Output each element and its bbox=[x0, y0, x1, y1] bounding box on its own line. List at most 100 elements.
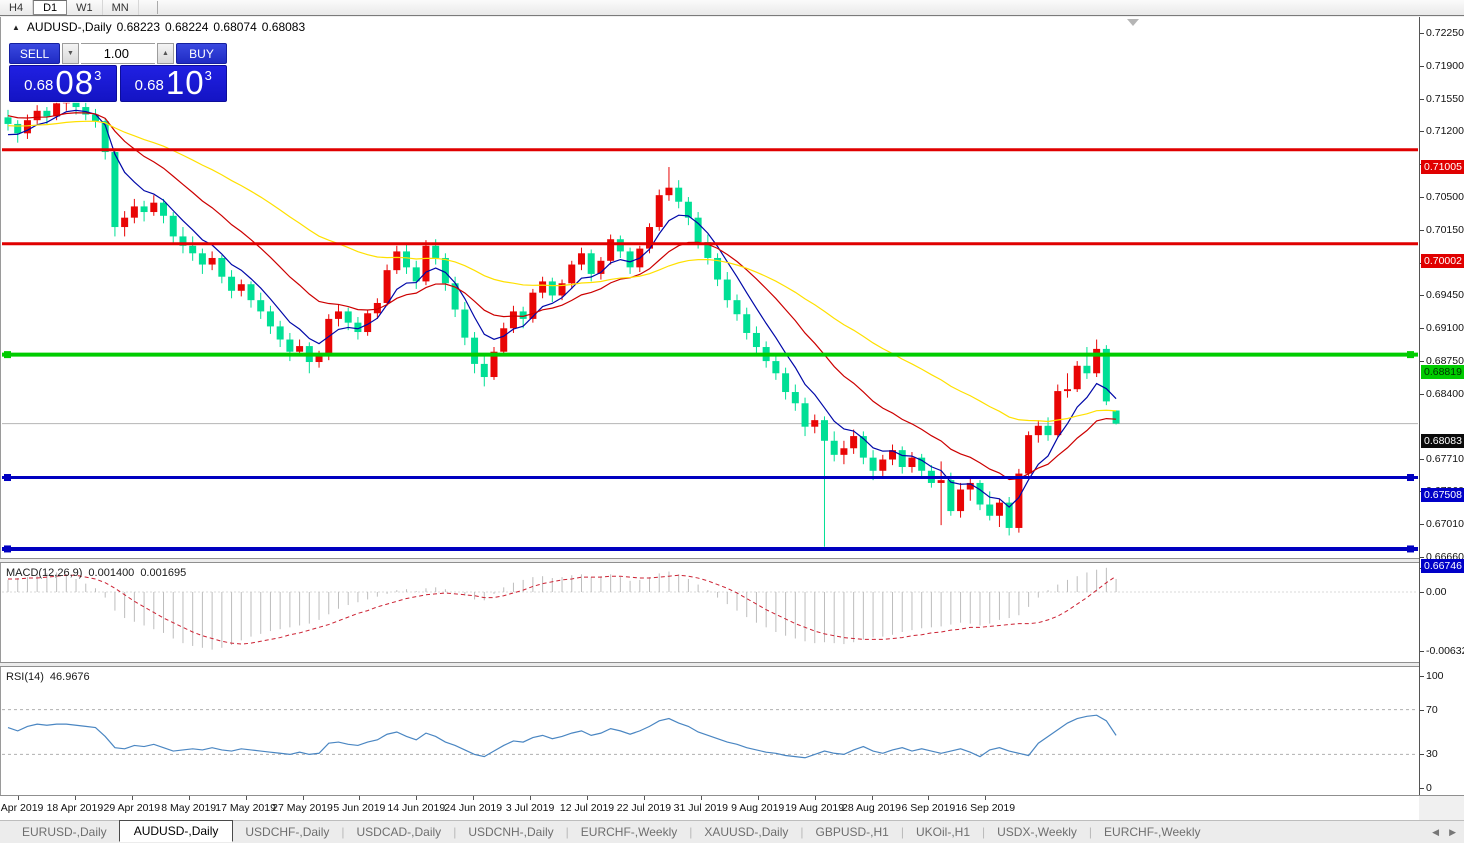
hline-handle[interactable] bbox=[1407, 474, 1414, 481]
chart-tab-eurchf-weekly[interactable]: EURCHF-,Weekly bbox=[569, 823, 689, 841]
candle-body bbox=[34, 111, 41, 120]
price-badge-red: 0.71005 bbox=[1421, 160, 1464, 174]
buy-price-prefix: 0.68 bbox=[135, 73, 164, 99]
date-label: 24 Jun 2019 bbox=[444, 802, 502, 814]
date-tick bbox=[416, 796, 417, 800]
candle-body bbox=[568, 265, 575, 284]
tab-scroll-left-icon[interactable]: ◀ bbox=[1432, 827, 1439, 838]
hline-handle[interactable] bbox=[4, 545, 11, 552]
candle-body bbox=[393, 251, 400, 270]
date-label: 3 Jul 2019 bbox=[506, 802, 554, 814]
date-label: 5 Jun 2019 bbox=[333, 802, 385, 814]
candle-body bbox=[588, 253, 595, 274]
candle-body bbox=[1093, 349, 1100, 373]
candle-body bbox=[734, 300, 741, 314]
candle-body bbox=[141, 206, 148, 212]
sell-price-pip: 3 bbox=[94, 68, 101, 83]
sell-price-box[interactable]: 0.68 08 3 bbox=[9, 65, 117, 102]
candle-body bbox=[743, 314, 750, 333]
candle-body bbox=[267, 311, 274, 326]
rsi-indicator-label: RSI(14) 46.9676 bbox=[6, 671, 90, 683]
chart-tab-gbpusd-h1[interactable]: GBPUSD-,H1 bbox=[804, 823, 901, 841]
candle-body bbox=[811, 420, 818, 427]
macd-indicator-label: MACD(12,26,9) 0.001400 0.001695 bbox=[6, 567, 186, 579]
rsi-layer bbox=[2, 710, 1418, 758]
volume-decrease-button[interactable]: ▼ bbox=[62, 43, 79, 64]
price-badge-black: 0.68083 bbox=[1421, 434, 1464, 448]
hline-handle[interactable] bbox=[1407, 545, 1414, 552]
chart-tab-usdcnh-daily[interactable]: USDCNH-,Daily bbox=[456, 823, 565, 841]
candle-body bbox=[947, 480, 954, 511]
date-tick bbox=[644, 796, 645, 800]
rsi-name: RSI(14) bbox=[6, 671, 44, 683]
chart-tab-usdx-weekly[interactable]: USDX-,Weekly bbox=[985, 823, 1089, 841]
tab-scroll-right-icon[interactable]: ▶ bbox=[1449, 827, 1456, 838]
macd-layer bbox=[2, 568, 1418, 650]
chart-tab-usdcad-daily[interactable]: USDCAD-,Daily bbox=[345, 823, 454, 841]
date-tick bbox=[815, 796, 816, 800]
date-label: 29 Apr 2019 bbox=[103, 802, 160, 814]
ohlc-high: 0.68224 bbox=[165, 20, 208, 34]
date-label: 18 Apr 2019 bbox=[47, 802, 104, 814]
date-label: 12 Jul 2019 bbox=[560, 802, 614, 814]
date-tick bbox=[701, 796, 702, 800]
candle-body bbox=[1025, 435, 1032, 473]
chart-tab-usdchf-daily[interactable]: USDCHF-,Daily bbox=[233, 823, 341, 841]
date-tick bbox=[359, 796, 360, 800]
candle-body bbox=[850, 436, 857, 448]
ohlc-open: 0.68223 bbox=[117, 20, 160, 34]
candle-body bbox=[461, 310, 468, 338]
candle-body bbox=[675, 188, 682, 202]
candle-body bbox=[442, 258, 449, 283]
candle-body bbox=[529, 293, 536, 319]
candle-body bbox=[238, 284, 245, 291]
candle-body bbox=[549, 281, 556, 295]
candle-body bbox=[277, 326, 284, 339]
rsi-value: 46.9676 bbox=[50, 671, 90, 683]
chart-tab-ukoil-h1[interactable]: UKOil-,H1 bbox=[904, 823, 982, 841]
candle-body bbox=[286, 340, 293, 352]
chart-tab-audusd-daily[interactable]: AUDUSD-,Daily bbox=[119, 820, 234, 842]
candle-body bbox=[753, 333, 760, 347]
hline-handle[interactable] bbox=[4, 474, 11, 481]
buy-button[interactable]: BUY bbox=[176, 43, 227, 64]
one-click-collapse-icon[interactable]: ▲ bbox=[12, 23, 20, 32]
ohlc-close: 0.68083 bbox=[262, 20, 305, 34]
chart-shift-marker-icon[interactable] bbox=[1127, 19, 1139, 26]
chart-tab-eurusd-daily[interactable]: EURUSD-,Daily bbox=[10, 823, 119, 841]
hline-handle[interactable] bbox=[1407, 351, 1414, 358]
sell-button[interactable]: SELL bbox=[9, 43, 60, 64]
chart-tab-bar: EURUSD-,DailyAUDUSD-,DailyUSDCHF-,Daily|… bbox=[0, 820, 1464, 843]
date-tick bbox=[928, 796, 929, 800]
volume-increase-button[interactable]: ▲ bbox=[157, 43, 174, 64]
date-label: 16 Sep 2019 bbox=[956, 802, 1016, 814]
volume-input[interactable] bbox=[81, 43, 155, 64]
chart-tab-xauusd-daily[interactable]: XAUUSD-,Daily bbox=[692, 823, 800, 841]
candle-body bbox=[296, 346, 303, 352]
candle-body bbox=[908, 458, 915, 467]
date-label: 9 Aug 2019 bbox=[731, 802, 784, 814]
candle-body bbox=[345, 311, 352, 322]
hline-handle[interactable] bbox=[4, 351, 11, 358]
candle-body bbox=[986, 505, 993, 516]
price-badge-red: 0.70002 bbox=[1421, 254, 1464, 268]
date-tick bbox=[587, 796, 588, 800]
date-label: 28 Aug 2019 bbox=[842, 802, 901, 814]
candle-body bbox=[792, 392, 799, 403]
candle-body bbox=[403, 251, 410, 267]
buy-price-pip: 3 bbox=[205, 68, 212, 83]
date-tick bbox=[530, 796, 531, 800]
candle-body bbox=[802, 403, 809, 426]
candle-body bbox=[578, 253, 585, 264]
candle-body bbox=[899, 450, 906, 467]
candle-body bbox=[821, 420, 828, 441]
buy-price-box[interactable]: 0.68 10 3 bbox=[120, 65, 228, 102]
one-click-trading-panel: SELL ▼ ▲ BUY 0.68 08 3 0.68 10 3 bbox=[8, 42, 228, 103]
buy-price-big: 10 bbox=[166, 66, 205, 99]
candle-body bbox=[539, 281, 546, 292]
date-tick bbox=[303, 796, 304, 800]
chart-tab-eurchf-weekly[interactable]: EURCHF-,Weekly bbox=[1092, 823, 1212, 841]
date-label: 31 Jul 2019 bbox=[674, 802, 728, 814]
date-label: 8 May 2019 bbox=[161, 802, 216, 814]
date-label: 9 Apr 2019 bbox=[0, 802, 43, 814]
